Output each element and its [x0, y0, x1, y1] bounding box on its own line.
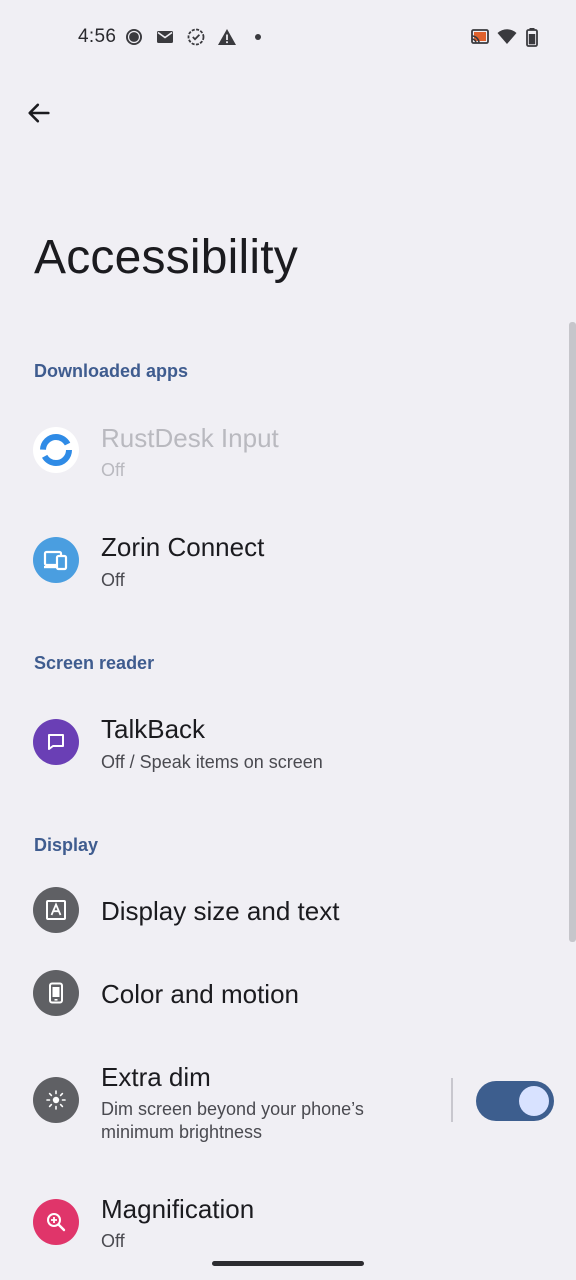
magnify-icon [33, 1199, 79, 1245]
scrollbar[interactable] [569, 322, 576, 942]
item-title: Magnification [101, 1194, 255, 1224]
dot-icon [255, 34, 261, 40]
home-indicator[interactable] [212, 1261, 364, 1266]
list-item-display-size-and-text[interactable]: Display size and text [0, 872, 576, 950]
list-item-rustdesk-input[interactable]: RustDesk Input Off [0, 410, 576, 500]
extra-dim-toggle[interactable] [476, 1081, 554, 1121]
list-item-talkback[interactable]: TalkBack Off / Speak items on screen [0, 700, 576, 790]
item-subtitle: Off / Speak items on screen [101, 752, 323, 772]
item-title: Display size and text [101, 896, 340, 926]
item-subtitle: Off [101, 570, 125, 590]
battery-icon [526, 28, 538, 47]
divider [451, 1078, 453, 1122]
section-header-screen-reader: Screen reader [34, 653, 155, 673]
wifi-icon [497, 29, 517, 44]
arrow-back-icon [28, 103, 50, 123]
list-item-color-and-motion[interactable]: Color and motion [0, 955, 576, 1033]
item-title: Zorin Connect [101, 532, 265, 562]
section-header-display: Display [34, 835, 99, 855]
status-bar: 4:56 [0, 0, 576, 74]
status-time: 4:56 [78, 26, 117, 47]
item-subtitle: Off [101, 460, 125, 480]
chat-bubble-icon [126, 29, 142, 45]
gear-badge-icon [187, 28, 205, 46]
warning-icon [218, 29, 236, 45]
item-title: Extra dim [101, 1062, 211, 1092]
talkback-icon [33, 719, 79, 765]
brightness-dim-icon [33, 1077, 79, 1123]
item-subtitle: Off [101, 1231, 125, 1251]
list-item-magnification[interactable]: Magnification Off [0, 1180, 576, 1270]
item-title: Color and motion [101, 979, 299, 1009]
list-item-zorin-connect[interactable]: Zorin Connect Off [0, 518, 576, 608]
cast-icon [471, 29, 489, 44]
text-size-icon [33, 887, 79, 933]
mail-icon [157, 31, 173, 43]
accessibility-settings-screen: 4:56 Accessibility Downloaded apps RustD… [0, 0, 576, 1280]
devices-icon [33, 537, 79, 583]
toggle-knob [519, 1086, 549, 1116]
item-title: TalkBack [101, 714, 206, 744]
item-subtitle: Dim screen beyond your phone’s minimum b… [101, 1099, 364, 1142]
page-title: Accessibility [34, 231, 298, 284]
phone-display-icon [33, 970, 79, 1016]
section-header-downloaded-apps: Downloaded apps [34, 361, 189, 381]
item-title: RustDesk Input [101, 423, 279, 453]
rustdesk-app-icon [33, 427, 79, 473]
back-button[interactable] [18, 92, 60, 134]
